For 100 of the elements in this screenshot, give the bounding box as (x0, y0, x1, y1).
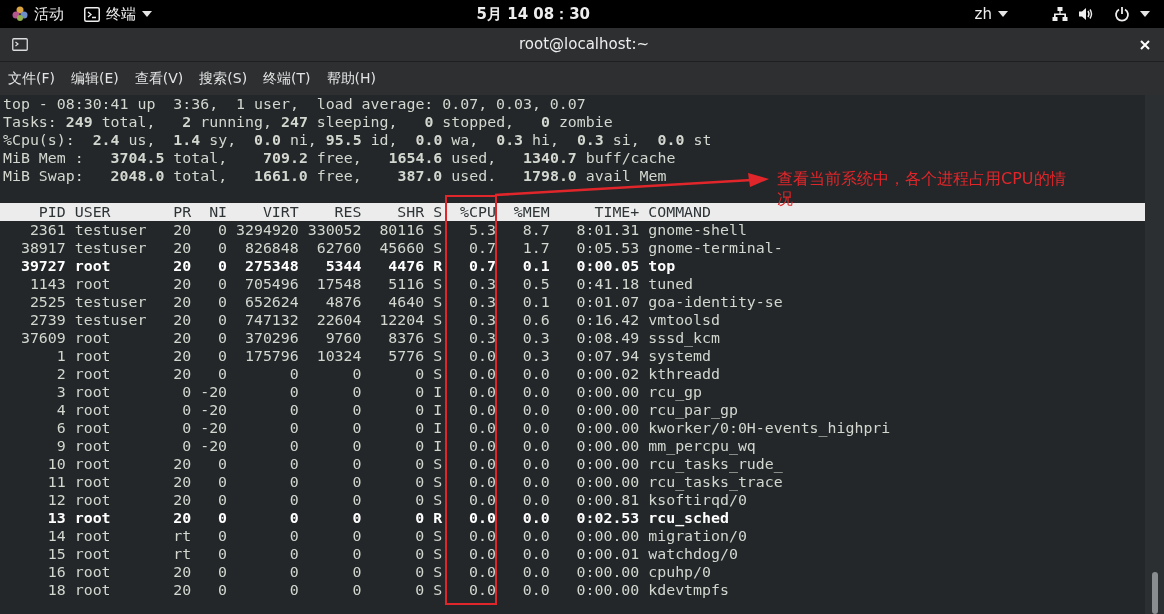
table-cell-text: 8:01.31 (575, 221, 640, 239)
table-cell-text: root (74, 581, 112, 599)
table-cell-text: 2525 (28, 293, 66, 311)
table-cell-text: 20 (172, 275, 192, 293)
caret-icon (1140, 11, 1150, 17)
table-cell-text: 0.0 (468, 581, 496, 599)
table-cell-text: 6 (55, 419, 66, 437)
clock[interactable]: 5月 14 08：30 (476, 2, 591, 26)
table-cell-text: 38917 (19, 239, 66, 257)
table-cell-text: 20 (172, 563, 192, 581)
table-cell-text: 0.7 (468, 239, 496, 257)
table-cell-text: 0 (414, 491, 425, 509)
table-cell-text: 11 (46, 473, 66, 491)
input-method-button[interactable]: zh (974, 2, 992, 26)
table-cell: S (433, 563, 443, 581)
table-cell-text: 0 (414, 509, 425, 527)
table-cell-text: 4476 (387, 257, 425, 275)
column-header: S (433, 203, 443, 221)
table-cell-text: 0 (217, 257, 228, 275)
table-cell-text: 16 (46, 563, 66, 581)
table-cell-text: 0 (414, 365, 425, 383)
table-cell-text: 0.0 (468, 473, 496, 491)
table-cell-text: 0 (217, 581, 228, 599)
table-cell-text: 20 (172, 509, 192, 527)
table-cell: S (433, 347, 443, 365)
table-cell-text: 0:00.00 (575, 473, 640, 491)
table-cell-text: 5116 (387, 275, 425, 293)
table-cell-text: 0.0 (521, 545, 550, 563)
table-cell-text: 20 (172, 347, 192, 365)
summary-line: %Cpu(s): 2.4 us, 1.4 sy, 0.0 ni, 95.5 id, 0.0 wa, 0.3 hi, 0.3 si, 0.0 st (3, 131, 712, 149)
table-cell-text: 0:00.00 (575, 563, 640, 581)
table-cell: R (433, 257, 443, 275)
table-cell-text: 12204 (378, 311, 425, 329)
window-title: root@localhost:~ (519, 34, 649, 56)
menu-item[interactable]: 编辑(E) (71, 68, 119, 89)
table-cell-text: testuser (74, 239, 148, 257)
table-cell-text: 0.0 (521, 473, 550, 491)
summary-line: MiB Mem : 3704.5 total, 709.2 free, 1654.6 used, 1340.7 buff/cache (3, 149, 676, 167)
table-cell-text: 8.7 (521, 221, 550, 239)
table-cell: cpuhp/0 (648, 563, 711, 581)
table-cell-text: 0.0 (521, 419, 550, 437)
table-cell: -20 (200, 383, 228, 401)
table-cell-text: 0:00.00 (575, 527, 640, 545)
table-cell-text: 0 (414, 455, 425, 473)
table-cell: tuned (648, 275, 694, 293)
table-cell-text: root (74, 365, 112, 383)
table-cell-text: 0 (217, 491, 228, 509)
table-cell: S (433, 581, 443, 599)
table-cell-text: 0 (217, 365, 228, 383)
table-cell-text: 9760 (324, 329, 362, 347)
table-cell-text: 20 (172, 293, 192, 311)
column-header: USER (74, 203, 112, 221)
table-cell: rcu_sched (648, 509, 729, 527)
menu-item[interactable]: 搜索(S) (199, 68, 248, 89)
table-cell: S (433, 221, 443, 239)
table-cell-text: 0.3 (521, 329, 550, 347)
close-icon[interactable] (1140, 39, 1150, 50)
table-cell-text: 1143 (28, 275, 66, 293)
table-cell: S (433, 293, 443, 311)
table-cell-text: 0 (217, 545, 228, 563)
table-cell: S (433, 545, 443, 563)
table-cell-text: 0 (217, 275, 228, 293)
table-cell-text: 0.0 (521, 455, 550, 473)
table-cell-text: root (74, 455, 112, 473)
table-cell: migration/0 (648, 527, 747, 545)
table-cell-text: 0.0 (521, 491, 550, 509)
table-cell-text: 0:00.00 (575, 437, 640, 455)
table-cell: I (433, 401, 443, 419)
table-cell-text: 0:00.00 (575, 581, 640, 599)
column-header: TIME+ (593, 203, 640, 221)
menu-item[interactable]: 终端(T) (263, 68, 311, 89)
table-cell-text: 0 (351, 401, 362, 419)
activities-button[interactable]: 活动 (34, 2, 64, 26)
column-header: SHR (396, 203, 425, 221)
table-cell-text: 0.0 (468, 455, 496, 473)
menu-item[interactable]: 文件(F) (8, 68, 55, 89)
annotation-text: 查看当前系统中，各个进程占用CPU的情况 (777, 169, 1067, 209)
column-header: %CPU (459, 203, 496, 221)
table-cell-text: root (74, 257, 112, 275)
menu-item[interactable]: 帮助(H) (326, 68, 377, 89)
table-cell-text: 0.1 (521, 293, 550, 311)
table-cell-text: 0:05.53 (575, 239, 640, 257)
table-cell-text: 0.0 (468, 563, 496, 581)
table-cell-text: 0.0 (468, 545, 496, 563)
table-cell-text: 20 (172, 491, 192, 509)
table-cell-text: 0 (181, 383, 192, 401)
scrollbar-thumb[interactable] (1152, 572, 1158, 614)
table-cell: gnome-shell (648, 221, 747, 239)
table-cell-text: 12 (46, 491, 66, 509)
table-cell-text: 0:00.05 (575, 257, 640, 275)
table-cell-text: 14 (46, 527, 66, 545)
table-cell: R (433, 509, 443, 527)
app-menu-button[interactable]: 终端 (106, 2, 136, 26)
table-cell-text: 0.0 (468, 365, 496, 383)
column-header: VIRT (261, 203, 299, 221)
table-cell-text: 4640 (387, 293, 425, 311)
table-cell-text: 0.5 (521, 275, 550, 293)
table-cell-text: testuser (74, 311, 148, 329)
menu-item[interactable]: 查看(V) (134, 68, 184, 89)
table-cell-text: 0 (217, 455, 228, 473)
